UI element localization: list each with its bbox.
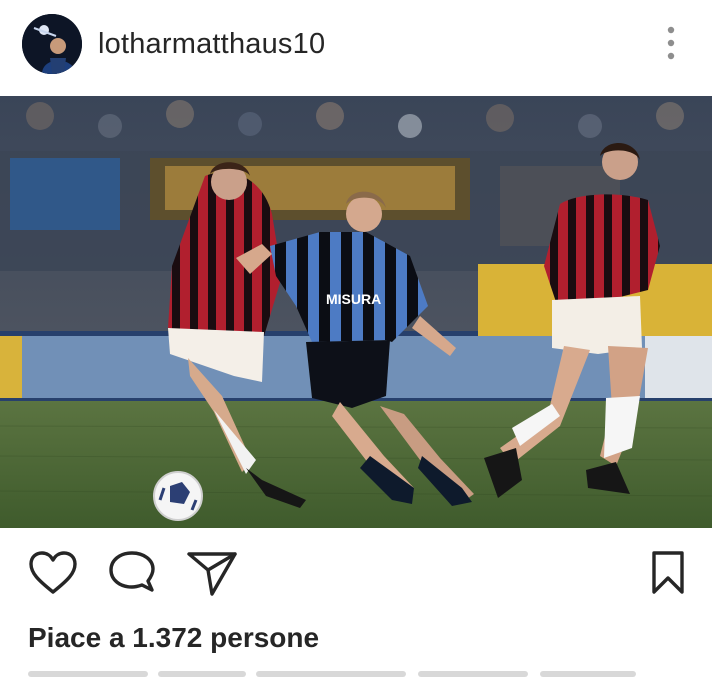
comment-bubble-icon[interactable] [108,550,158,598]
post-photo[interactable]: MISURA [0,96,712,528]
caption-preview [28,664,668,677]
likes-count[interactable]: Piace a 1.372 persone [28,620,319,656]
avatar-image [22,14,82,74]
more-vertical-icon[interactable] [658,24,684,64]
jersey-sponsor-text: MISURA [326,291,381,307]
football-ball [153,471,203,521]
heart-icon[interactable] [28,550,78,598]
username[interactable]: lotharmatthaus10 [98,24,325,64]
paper-plane-icon[interactable] [186,550,238,598]
football-match-photo: MISURA [0,96,712,528]
post-header: lotharmatthaus10 [0,0,712,92]
avatar[interactable] [22,14,82,74]
post-actions [0,528,712,624]
bookmark-icon[interactable] [650,550,686,596]
